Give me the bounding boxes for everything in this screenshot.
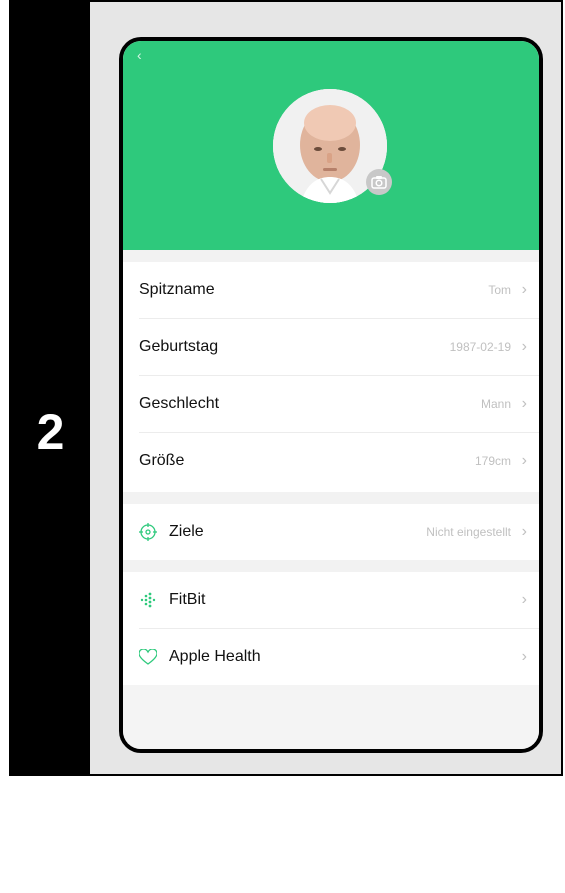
profile-header: ‹ [123, 41, 539, 250]
height-value: 179cm [474, 454, 511, 468]
row-apple-health[interactable]: Apple Health › [123, 629, 539, 685]
camera-icon[interactable] [366, 169, 392, 195]
row-fitbit[interactable]: FitBit › [123, 572, 539, 628]
fitbit-glyph [140, 592, 156, 608]
chevron-right-icon: › [521, 523, 527, 540]
chevron-left-icon[interactable]: ‹ [137, 47, 142, 63]
heart-glyph [139, 649, 157, 665]
fitbit-label-group: FitBit [139, 591, 517, 609]
apple-health-label-group: Apple Health [139, 648, 517, 666]
birthday-value: 1987-02-19 [449, 340, 511, 354]
birthday-label: Geburtstag [139, 338, 219, 355]
apple-health-label: Apple Health [169, 648, 261, 665]
row-gender[interactable]: Geschlecht Mann › [123, 376, 539, 432]
chevron-right-icon: › [521, 281, 527, 298]
goals-value: Nicht eingestellt [426, 525, 511, 539]
target-icon [139, 523, 157, 541]
height-label: Größe [139, 452, 185, 469]
gender-label: Geschlecht [139, 395, 220, 412]
row-nickname[interactable]: Spitzname Tom › [123, 262, 539, 318]
profile-details-section: Spitzname Tom › Geburtstag 1987-02-19 › … [123, 262, 539, 492]
row-height[interactable]: Größe 179cm › [123, 433, 539, 489]
empty-area [123, 685, 539, 749]
integrations-section: FitBit › Apple Health › [123, 572, 539, 685]
target-glyph [139, 523, 157, 541]
chevron-right-icon: › [521, 395, 527, 412]
row-birthday[interactable]: Geburtstag 1987-02-19 › [123, 319, 539, 375]
camera-glyph [371, 176, 387, 189]
fitbit-label: FitBit [169, 591, 206, 608]
section-gap [123, 560, 539, 572]
row-goals[interactable]: Ziele Nicht eingestellt › [123, 504, 539, 560]
section-gap [123, 250, 539, 262]
nickname-value: Tom [488, 283, 511, 297]
step-number: 2 [36, 404, 65, 460]
goals-section: Ziele Nicht eingestellt › [123, 504, 539, 560]
chevron-right-icon: › [521, 338, 527, 355]
goals-label-group: Ziele [139, 523, 426, 541]
nickname-label: Spitzname [139, 281, 215, 298]
chevron-right-icon: › [521, 452, 527, 469]
phone-screen: ‹ Spitzname Tom › Geburtstag 1987-02-19 … [119, 37, 543, 753]
chevron-right-icon: › [521, 648, 527, 665]
gender-value: Mann [480, 397, 511, 411]
section-gap [123, 492, 539, 504]
instruction-frame: 2 ‹ Spitzname Tom › Geburtstag 1987-02-1… [9, 0, 563, 776]
fitbit-icon [139, 591, 157, 609]
goals-label: Ziele [169, 523, 204, 540]
step-bar: 2 [11, 2, 90, 774]
chevron-right-icon: › [521, 591, 527, 608]
heart-icon [139, 648, 157, 666]
